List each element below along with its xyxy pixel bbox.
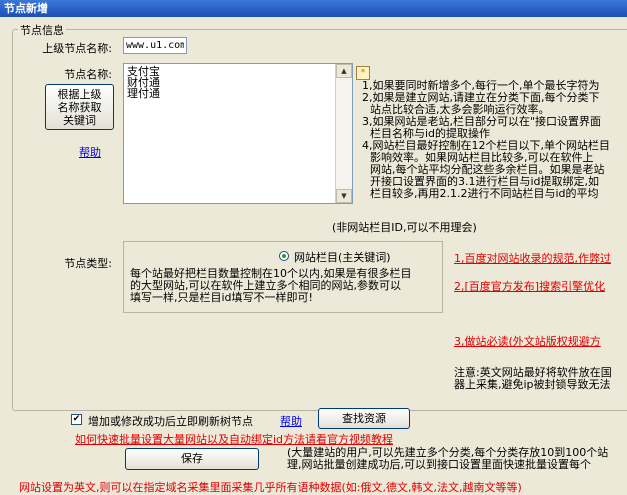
- node-name-line: 支付宝: [127, 65, 160, 78]
- textarea-scrollbar[interactable]: ▲ ▼: [335, 64, 352, 203]
- description-line: 填写一样,只是栏目id填写不一样即可!: [130, 291, 313, 304]
- scroll-up-arrow-icon[interactable]: ▲: [336, 64, 352, 78]
- node-name-textarea[interactable]: 支付宝 财付通 理付通 ▲ ▼: [123, 63, 353, 204]
- note-line: 器上采集,避免ip被封锁导致无法: [454, 378, 611, 391]
- bulk-info-line: 理,网站批量创建成功后,可以到接口设置里面快速批量设置每个: [287, 458, 591, 471]
- copyright-link[interactable]: 3,做站必读(外文站版权规避方: [454, 333, 601, 349]
- node-name-label: 节点名称:: [64, 68, 112, 81]
- english-site-note: 注意:英文网站最好将软件放在国 器上采集,避免ip被封锁导致无法: [454, 367, 612, 391]
- get-keywords-button-line: 名称获取: [57, 101, 102, 114]
- tip-line: 栏目较多,再用2.1.2进行不同站栏目与id的平均: [370, 187, 599, 200]
- website-column-radio[interactable]: [279, 251, 289, 261]
- node-type-description: 每个站最好把栏目数量控制在10个以内,如果是有很多栏目 的大型网站,可以在软件上…: [130, 268, 412, 304]
- baidu-index-link[interactable]: 1,百度对网站收录的规范,作弊过: [454, 250, 611, 266]
- baidu-seo-link[interactable]: 2,[百度官方发布]搜索引擎优化: [454, 278, 605, 294]
- node-name-line: 财付通: [127, 76, 160, 89]
- bulk-info-text: (大量建站的用户,可以先建立多个分类,每个分类存放10到100个站 理,网站批量…: [287, 447, 608, 471]
- get-keywords-button[interactable]: 根据上级 名称获取 关键词: [45, 84, 114, 130]
- english-site-warning: 网站设置为英文,则可以在指定域名采集里面采集几乎所有语种数据(如:俄文,德文,韩…: [19, 481, 522, 494]
- refresh-tree-checkbox[interactable]: ✔: [71, 414, 82, 425]
- scroll-down-arrow-icon[interactable]: ▼: [336, 189, 352, 203]
- refresh-tree-label[interactable]: 增加或修改成功后立即刷新树节点: [88, 413, 253, 429]
- parent-node-label: 上级节点名称:: [42, 42, 112, 55]
- node-info-legend: 节点信息: [18, 22, 66, 38]
- website-column-radio-label[interactable]: 网站栏目(主关键词): [294, 249, 391, 265]
- help-link[interactable]: 帮助: [79, 144, 101, 160]
- find-resource-button[interactable]: 查找资源: [318, 408, 410, 429]
- tips-text: 1,如果要同时新增多个,每行一个,单个最长字符为 2,如果是建立网站,请建立在分…: [362, 80, 610, 200]
- save-button[interactable]: 保存: [125, 448, 259, 470]
- video-tutorial-link[interactable]: 如何快速批量设置大量网站以及自动绑定id方法请看官方视频教程: [75, 431, 393, 447]
- star-icon[interactable]: *: [356, 66, 370, 80]
- parent-node-input[interactable]: [123, 37, 187, 54]
- title-bar: 节点新增: [0, 0, 627, 17]
- node-name-line: 理付通: [127, 87, 160, 100]
- window-title: 节点新增: [4, 2, 48, 15]
- column-id-note: (非网站栏目ID,可以不用理会): [332, 221, 477, 234]
- refresh-help-link[interactable]: 帮助: [280, 413, 302, 429]
- get-keywords-button-line: 根据上级: [57, 88, 102, 101]
- get-keywords-button-line: 关键词: [63, 114, 96, 127]
- node-type-label: 节点类型:: [64, 257, 112, 270]
